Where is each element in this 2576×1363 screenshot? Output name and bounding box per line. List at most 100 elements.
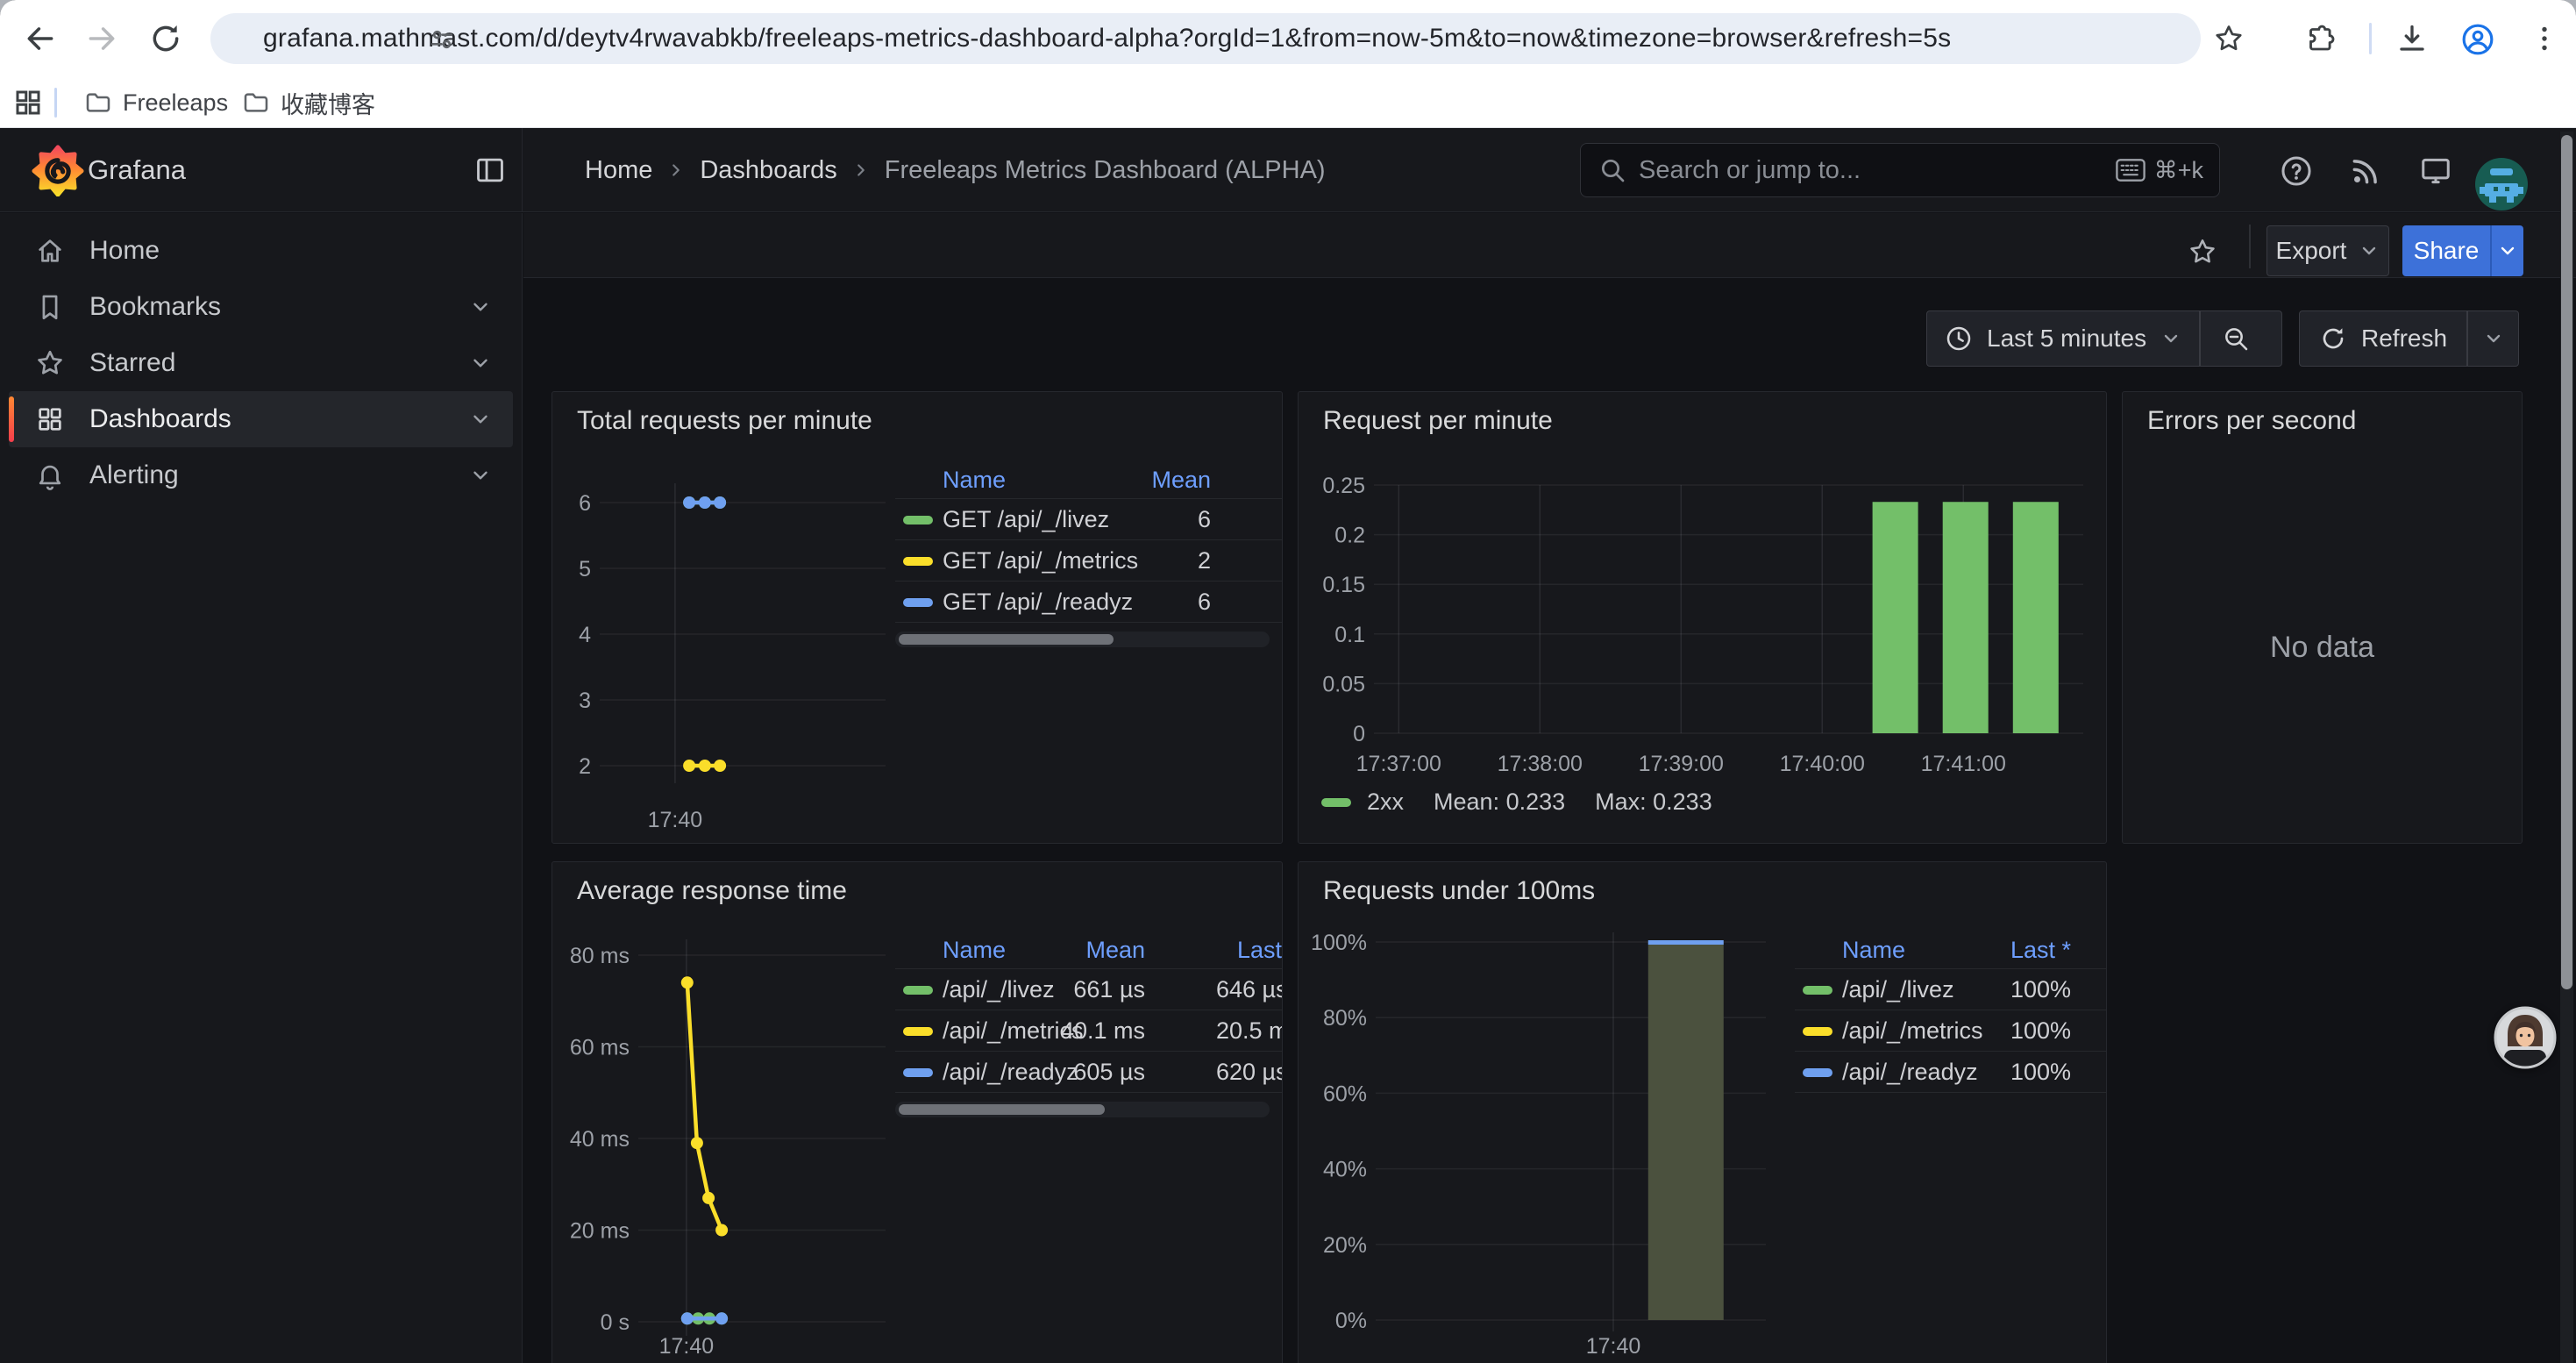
series-name[interactable]: /api/_/livez xyxy=(1842,969,1954,1010)
kiosk-monitor-icon[interactable] xyxy=(2419,154,2451,186)
search-placeholder: Search or jump to... xyxy=(1639,156,2116,185)
share-dropdown-button[interactable] xyxy=(2490,225,2523,276)
assistant-extension-avatar[interactable] xyxy=(2494,1006,2557,1069)
series-color-pill xyxy=(1803,1068,1832,1077)
url-bar[interactable]: grafana.mathmast.com/d/deytv4rwavabkb/fr… xyxy=(210,13,2201,64)
url-text[interactable]: grafana.mathmast.com/d/deytv4rwavabkb/fr… xyxy=(263,24,1951,54)
series-name[interactable]: GET /api/_/livez xyxy=(943,499,1109,540)
legend-scrollbar-thumb[interactable] xyxy=(899,1104,1105,1115)
news-rss-icon[interactable] xyxy=(2349,154,2380,186)
chevron-down-icon[interactable] xyxy=(469,352,492,375)
grafana-logo[interactable] xyxy=(32,144,84,196)
legend-col[interactable]: Last * xyxy=(1237,931,1283,969)
series-value: 20.5 ms xyxy=(1216,1010,1283,1052)
forward-icon[interactable] xyxy=(85,22,118,55)
legend-table: Name MeanGET /api/_/livez6GET /api/_/metr… xyxy=(895,460,1283,844)
user-avatar[interactable] xyxy=(2474,157,2529,211)
series-name[interactable]: GET /api/_/readyz xyxy=(943,582,1133,623)
zoom-out-button[interactable] xyxy=(2201,325,2271,353)
sidebar-item-home[interactable]: Home xyxy=(9,223,513,279)
extensions-puzzle-icon[interactable] xyxy=(2304,23,2336,54)
svg-text:0%: 0% xyxy=(1335,1309,1367,1333)
legend-row[interactable]: /api/_/metrics40.1 ms20.5 ms xyxy=(895,1010,1283,1052)
sidebar-item-bookmarks[interactable]: Bookmarks xyxy=(9,279,513,335)
legend-col-name[interactable]: Name xyxy=(1842,931,1905,969)
legend-row[interactable]: /api/_/metrics100% xyxy=(1795,1010,2107,1052)
downloads-icon[interactable] xyxy=(2396,23,2428,54)
series-name[interactable]: /api/_/readyz xyxy=(943,1052,1078,1093)
legend-col[interactable]: Mean xyxy=(1151,460,1211,499)
legend-header-row: Name Mean Last * xyxy=(895,931,1283,969)
dashboard-actions-bar: Export Share xyxy=(523,213,2576,278)
legend-row[interactable]: /api/_/livez100% xyxy=(1795,969,2107,1010)
svg-text:60 ms: 60 ms xyxy=(570,1036,630,1060)
refresh-interval-dropdown[interactable] xyxy=(2468,328,2518,349)
time-range-picker[interactable]: Last 5 minutes xyxy=(1926,310,2282,367)
sidebar-item-starred[interactable]: Starred xyxy=(9,335,513,391)
legend-row[interactable]: GET /api/_/metrics2 xyxy=(895,540,1283,582)
search-input[interactable]: Search or jump to... ⌘+k xyxy=(1580,143,2220,197)
browser-menu-kebab-icon[interactable] xyxy=(2529,23,2560,54)
series-value: 661 µs xyxy=(1073,969,1145,1010)
chart-plot[interactable]: 0.250.20.150.10.05017:37:0017:38:0017:39… xyxy=(1299,392,2107,844)
breadcrumb: HomeDashboardsFreeleaps Metrics Dashboar… xyxy=(585,128,1326,212)
breadcrumb-item[interactable]: Dashboards xyxy=(700,156,836,185)
time-range-label: Last 5 minutes xyxy=(1987,325,2146,353)
legend-row[interactable]: GET /api/_/livez6 xyxy=(895,499,1283,540)
legend-row[interactable]: GET /api/_/readyz6 xyxy=(895,582,1283,623)
breadcrumb-item[interactable]: Home xyxy=(585,156,652,185)
dock-menu-icon[interactable] xyxy=(473,153,507,187)
legend-col[interactable]: Last * xyxy=(2010,931,2071,969)
screen: grafana.mathmast.com/d/deytv4rwavabkb/fr… xyxy=(0,0,2576,1363)
favorite-dashboard-star-icon[interactable] xyxy=(2188,237,2217,267)
chevron-down-icon xyxy=(2359,240,2380,261)
legend-row[interactable]: /api/_/livez661 µs646 µs xyxy=(895,969,1283,1010)
series-name[interactable]: /api/_/livez xyxy=(943,969,1055,1010)
series-color-pill xyxy=(903,1068,933,1077)
panel-errors-per-second: Errors per secondNo data xyxy=(2122,391,2523,844)
page-scrollbar-thumb[interactable] xyxy=(2561,135,2572,989)
sidebar-item-alerting[interactable]: Alerting xyxy=(9,447,513,503)
toolbar-divider xyxy=(2369,23,2372,54)
legend-scrollbar-track[interactable] xyxy=(895,632,1270,647)
profile-icon[interactable] xyxy=(2461,23,2493,54)
search-icon xyxy=(1598,156,1626,184)
legend-scrollbar-track[interactable] xyxy=(895,1102,1270,1117)
series-name[interactable]: /api/_/metrics xyxy=(1842,1010,1983,1052)
export-button[interactable]: Export xyxy=(2266,225,2389,276)
legend-scrollbar-thumb[interactable] xyxy=(899,634,1114,645)
legend-row[interactable]: /api/_/readyz605 µs620 µs xyxy=(895,1052,1283,1093)
svg-text:80%: 80% xyxy=(1323,1006,1367,1031)
series-name[interactable]: /api/_/readyz xyxy=(1842,1052,1978,1093)
reload-icon[interactable] xyxy=(149,22,182,55)
svg-text:40 ms: 40 ms xyxy=(570,1127,630,1152)
svg-text:17:41:00: 17:41:00 xyxy=(1921,752,2006,776)
legend-row[interactable]: /api/_/readyz100% xyxy=(1795,1052,2107,1093)
legend-col-name[interactable]: Name xyxy=(943,460,1006,499)
chevron-down-icon[interactable] xyxy=(469,296,492,318)
sidebar-item-dashboards[interactable]: Dashboards xyxy=(9,391,513,447)
series-color-pill xyxy=(903,516,933,525)
chevron-down-icon[interactable] xyxy=(469,408,492,431)
brand-name[interactable]: Grafana xyxy=(88,128,186,212)
series-name[interactable]: GET /api/_/metrics xyxy=(943,540,1138,582)
refresh-button[interactable]: Refresh xyxy=(2299,310,2519,367)
legend-header-row: Name Last * xyxy=(1795,931,2107,969)
apps-grid-icon[interactable] xyxy=(12,87,44,118)
grafana-header: Grafana HomeDashboardsFreeleaps Metrics … xyxy=(0,128,2576,212)
chevron-down-icon[interactable] xyxy=(469,464,492,487)
search-shortcut: ⌘+k xyxy=(2116,157,2203,184)
help-icon[interactable] xyxy=(2280,154,2311,186)
legend-col-name[interactable]: Name xyxy=(943,931,1006,969)
bookmark-page-star-icon[interactable] xyxy=(2213,23,2245,54)
legend-col[interactable]: Mean xyxy=(1085,931,1145,969)
bookmark-folder-freeleaps[interactable]: Freeleaps xyxy=(72,85,240,120)
legend-series[interactable]: 2xx xyxy=(1321,789,1404,816)
share-button[interactable]: Share xyxy=(2402,225,2490,276)
bookmark-folder-blogs[interactable]: 收藏博客 xyxy=(230,85,388,120)
panel-title[interactable]: Errors per second xyxy=(2147,406,2356,436)
site-settings-icon[interactable] xyxy=(428,25,456,54)
refresh-icon xyxy=(2319,325,2347,353)
back-icon[interactable] xyxy=(24,22,57,55)
bookmark-icon xyxy=(35,292,65,322)
